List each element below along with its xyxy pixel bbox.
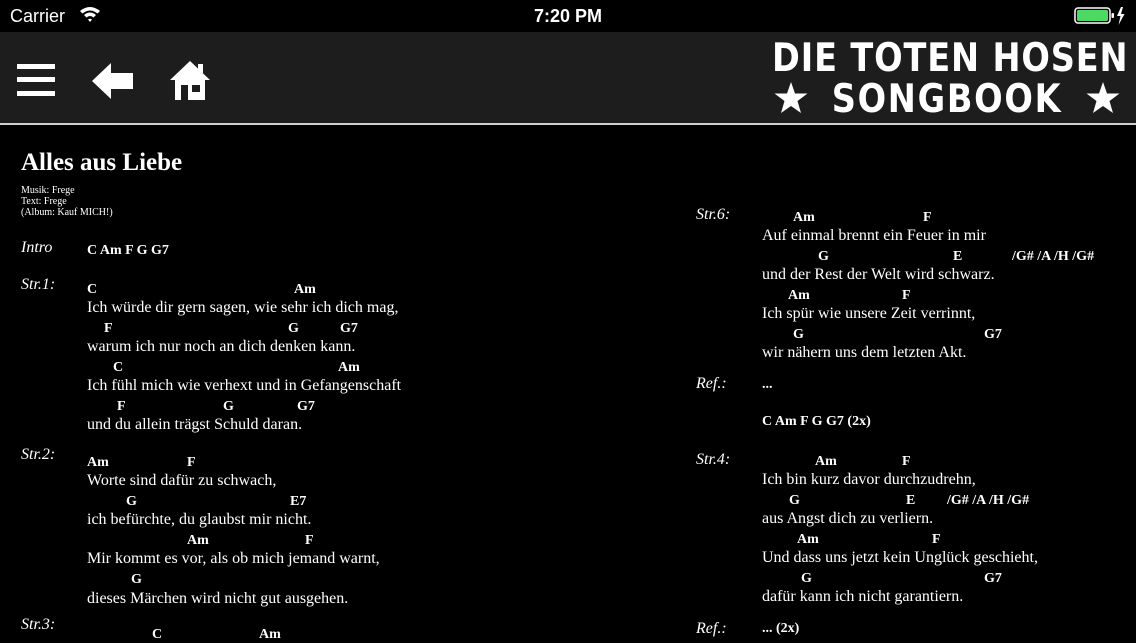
lyric-line: und der Rest der Welt wird schwarz. (762, 266, 995, 283)
chord: C (87, 282, 98, 297)
chord: C (152, 627, 163, 642)
ref-text: ... (762, 377, 773, 392)
chord: Am (87, 455, 109, 470)
chord: Am (788, 288, 810, 303)
chord: G (818, 249, 829, 264)
chord: F (902, 288, 911, 303)
lyric-line: Ich würde dir gern sagen, wie sehr ich d… (87, 299, 399, 316)
lyric-line: und du allein trägst Schuld daran. (87, 416, 303, 433)
musik-credit: Musik: Frege (21, 185, 75, 196)
chord: Am (259, 627, 281, 642)
status-bar: Carrier 7:20 PM (0, 0, 1136, 32)
lyric-line: aus Angst dich zu verliern. (762, 510, 934, 527)
lyric-line: ich befürchte, du glaubst mir nicht. (87, 511, 312, 528)
chord: G (126, 494, 137, 509)
chord: E (906, 493, 916, 508)
section-label-ref2: Ref.: (696, 620, 727, 637)
song-content: Alles aus Liebe Musik: Frege Text: Frege… (0, 125, 1136, 642)
lyric-line: dieses Märchen wird nicht gut ausgehen. (87, 590, 349, 607)
section-label-ref: Ref.: (696, 375, 727, 392)
chord: F (902, 454, 911, 469)
lyric-line: Und dass uns jetzt kein Unglück geschieh… (762, 549, 1038, 566)
chord: Am (338, 360, 360, 375)
chord: Am (294, 282, 316, 297)
songbook-logo: DIE TOTEN HOSEN SONGBOOK (766, 36, 1128, 122)
section-label-str3: Str.3: (21, 616, 56, 633)
chord: Am (815, 454, 837, 469)
chord: G7 (984, 571, 1002, 586)
chord: F (305, 533, 314, 548)
album-credit: (Album: Kauf MICH!) (21, 207, 113, 218)
logo-line2: SONGBOOK (831, 77, 1063, 122)
navigation-bar: DIE TOTEN HOSEN SONGBOOK (0, 32, 1136, 125)
logo-line1: DIE TOTEN HOSEN (771, 36, 1128, 81)
home-icon[interactable] (169, 60, 211, 107)
chord: E7 (290, 494, 307, 509)
chord: C (113, 360, 124, 375)
chord: F (117, 399, 126, 414)
battery-icon (1074, 6, 1126, 31)
lyric-line: wir nähern uns dem letzten Akt. (762, 344, 967, 361)
clock: 7:20 PM (533, 6, 603, 26)
star-icon (1086, 82, 1120, 118)
song-title: Alles aus Liebe (21, 149, 183, 176)
chord: Am (797, 532, 819, 547)
lyric-line: dafür kann ich nicht garantiern. (762, 588, 964, 605)
text-credit: Text: Frege (21, 196, 67, 207)
chord: G (793, 327, 804, 342)
chord: F (104, 321, 113, 336)
lyric-line: Auf einmal brennt ein Feuer in mir (762, 227, 986, 244)
lyric-line: Worte sind dafür zu schwach, (87, 472, 277, 489)
ref-text: ... (2x) (762, 621, 800, 636)
chord: G (801, 571, 812, 586)
chord: G (131, 572, 142, 587)
back-arrow-icon[interactable] (92, 62, 134, 105)
chord: /G# /A /H /G# (1012, 249, 1095, 264)
chord: Am (187, 533, 209, 548)
section-label-str6: Str.6: (696, 206, 731, 223)
lyric-line: warum ich nur noch an dich denken kann. (87, 338, 356, 355)
chord: G (789, 493, 800, 508)
chord: G7 (297, 399, 315, 414)
section-label-str2: Str.2: (21, 446, 56, 463)
lyric-line: Ich spür wie unsere Zeit verrinnt, (762, 305, 976, 322)
chord: F (932, 532, 941, 547)
chord: /G# /A /H /G# (947, 493, 1030, 508)
chord: F (923, 210, 932, 225)
chord: G (288, 321, 299, 336)
chord: G (223, 399, 234, 414)
song-credits: Musik: Frege Text: Frege (Album: Kauf MI… (21, 185, 113, 218)
hamburger-menu-icon[interactable] (17, 62, 55, 103)
chord: F (187, 455, 196, 470)
chord-line: C Am F G G7 (87, 243, 169, 258)
chord: G7 (340, 321, 358, 336)
section-label-str1: Str.1: (21, 276, 56, 293)
section-label-str4: Str.4: (696, 451, 731, 468)
lyric-line: Mir kommt es vor, als ob mich jemand war… (87, 550, 380, 567)
chord: E (953, 249, 963, 264)
lyric-line: Ich bin kurz davor durchzudrehn, (762, 471, 976, 488)
section-label-intro: Intro (21, 239, 53, 256)
lyric-line: Ich fühl mich wie verhext und in Gefange… (87, 377, 402, 394)
chord-line: C Am F G G7 (2x) (762, 414, 871, 429)
chord: Am (793, 210, 815, 225)
chord: G7 (984, 327, 1002, 342)
